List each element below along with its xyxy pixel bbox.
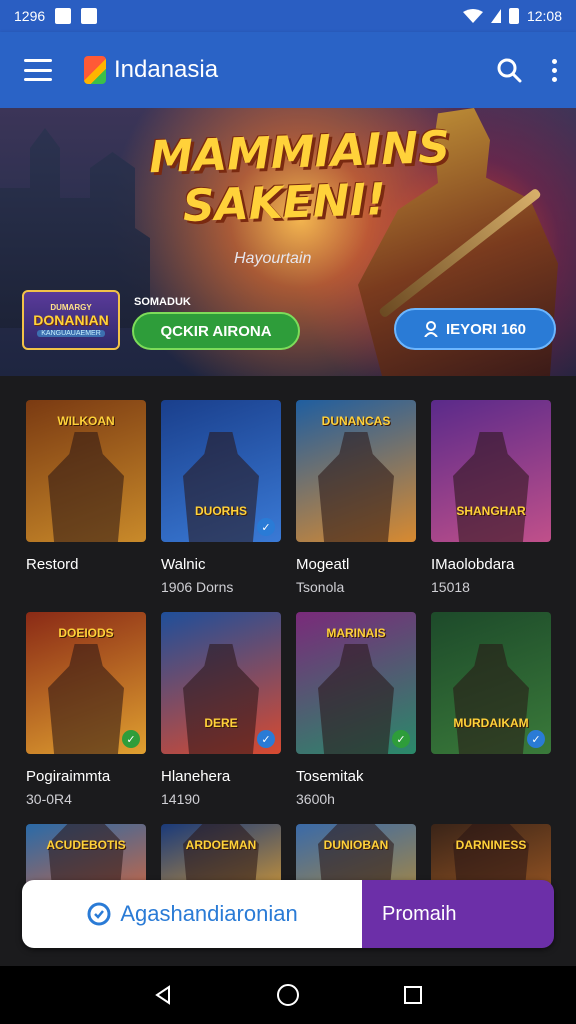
promo-right-button[interactable]: Promaih [362, 880, 554, 948]
menu-icon[interactable] [24, 59, 52, 81]
game-card[interactable]: WILKOAN Restord [26, 400, 146, 612]
game-card[interactable]: MURDAIKAM ✓ [431, 612, 551, 824]
thumbnail-title: DOEIODS [58, 626, 114, 640]
game-subtitle: 14190 [161, 791, 200, 807]
user-icon [424, 321, 438, 337]
game-title: Pogiraimmta [26, 768, 111, 785]
game-thumbnail: DUORHS ✓ [161, 400, 281, 542]
game-thumbnail: SHANGHAR [431, 400, 551, 542]
thumbnail-title: DUNANCAS [321, 414, 391, 428]
game-subtitle: 1906 Dorns [161, 579, 234, 595]
game-subtitle: Tsonola [296, 579, 345, 595]
thumbnail-title: ARDOEMAN [185, 838, 257, 852]
game-thumbnail: MURDAIKAM ✓ [431, 612, 551, 754]
hero-subtitle: Hayourtain [234, 250, 312, 267]
character-illustration [183, 432, 259, 542]
character-illustration [48, 644, 124, 754]
verified-icon: ✓ [257, 518, 275, 536]
bottom-promo-banner: Agashandiaronian Promaih [22, 880, 554, 948]
thumbnail-title: MURDAIKAM [453, 716, 529, 730]
recents-icon[interactable] [401, 983, 425, 1007]
hero-blue-button-label: IEYORI 160 [445, 320, 527, 338]
game-title: Walnic [161, 556, 206, 573]
chat-icon [87, 902, 111, 926]
character-illustration [318, 432, 394, 542]
game-card[interactable]: DUORHS ✓ Walnic 1906 Dorns [161, 400, 281, 612]
game-card[interactable]: SHANGHAR IMaolobdara 15018 [431, 400, 551, 612]
notification-icon [55, 8, 72, 24]
app-logo [84, 56, 106, 84]
badge-bottom-text: KANGUAUAEMER [37, 330, 105, 337]
notification-icon-2 [81, 8, 98, 24]
verified-icon: ✓ [122, 730, 140, 748]
verified-icon: ✓ [257, 730, 275, 748]
thumbnail-title: ACUDEBOTIS [46, 838, 126, 852]
game-card[interactable]: DUNANCAS Mogeatl Tsonola [296, 400, 416, 612]
signal-icon [490, 9, 501, 23]
battery-icon [508, 8, 519, 24]
game-thumbnail: DOEIODS ✓ [26, 612, 146, 754]
thumbnail-title: MARINAIS [326, 626, 386, 640]
hero-banner[interactable]: MAMMIAINS SAKENI! Hayourtain DUMARGY DON… [0, 108, 576, 376]
game-title: Restord [26, 556, 79, 573]
promo-left-button[interactable]: Agashandiaronian [22, 880, 362, 948]
character-illustration [183, 644, 259, 754]
promo-left-text: Agashandiaronian [120, 901, 298, 926]
character-illustration [48, 432, 124, 542]
status-bar: 1296 12:08 [0, 0, 576, 32]
thumbnail-title: DERE [204, 716, 238, 730]
character-illustration [318, 644, 394, 754]
status-time: 1296 [14, 8, 46, 24]
game-card[interactable]: MARINAIS ✓ Tosemitak 3600h [296, 612, 416, 824]
badge-main-text: DONANIAN [33, 312, 109, 328]
hero-title: MAMMIAINS SAKENI! [148, 121, 452, 233]
thumbnail-title: SHANGHAR [456, 504, 526, 518]
verified-icon: ✓ [527, 730, 545, 748]
game-title: Hlanehera [161, 768, 231, 785]
game-card[interactable]: DERE ✓ Hlanehera 14190 [161, 612, 281, 824]
system-nav-bar [0, 966, 576, 1024]
game-badge-logo: DUMARGY DONANIAN KANGUAUAEMER [22, 290, 120, 350]
game-subtitle: 15018 [431, 579, 470, 595]
verified-icon: ✓ [392, 730, 410, 748]
game-title: IMaolobdara [431, 556, 515, 573]
status-clock: 12:08 [526, 8, 562, 24]
hero-small-label: SOMADUK [134, 296, 191, 308]
thumbnail-title: WILKOAN [57, 414, 115, 428]
thumbnail-title: DARNINESS [455, 838, 527, 852]
game-title: Tosemitak [296, 768, 364, 785]
character-illustration [453, 644, 529, 754]
game-thumbnail: DERE ✓ [161, 612, 281, 754]
game-thumbnail: WILKOAN [26, 400, 146, 542]
app-bar: Indanasia [0, 32, 576, 108]
back-icon[interactable] [151, 983, 175, 1007]
home-icon[interactable] [276, 983, 300, 1007]
game-subtitle: 30-0R4 [26, 791, 72, 807]
wifi-icon [462, 9, 483, 23]
game-card[interactable]: DOEIODS ✓ Pogiraimmta 30-0R4 [26, 612, 146, 824]
game-title: Mogeatl [296, 556, 350, 573]
thumbnail-title: DUORHS [194, 504, 247, 518]
more-options-icon[interactable] [550, 58, 558, 82]
hero-title-line2: SAKENI! [182, 174, 387, 233]
character-illustration [453, 432, 529, 542]
hero-green-button[interactable]: QCKIR AIRONA [132, 312, 300, 350]
badge-top-text: DUMARGY [50, 303, 92, 312]
hero-blue-button[interactable]: IEYORI 160 [394, 308, 556, 350]
hero-title-line1: MAMMIAINS [148, 121, 451, 184]
search-icon[interactable] [496, 57, 522, 83]
app-title: Indanasia [114, 56, 219, 83]
game-thumbnail: DUNANCAS [296, 400, 416, 542]
game-subtitle: 3600h [296, 791, 335, 807]
game-thumbnail: MARINAIS ✓ [296, 612, 416, 754]
thumbnail-title: DUNIOBAN [323, 838, 389, 852]
